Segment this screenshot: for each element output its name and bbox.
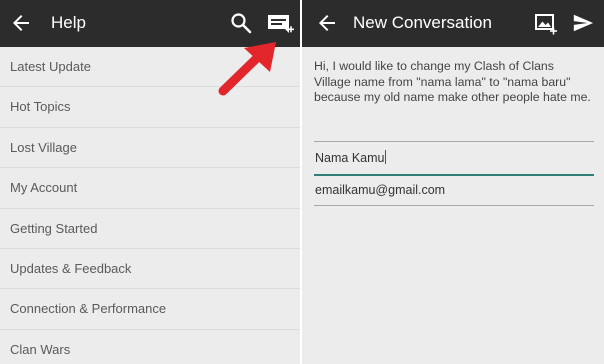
name-field-underline — [314, 174, 594, 176]
back-arrow-icon[interactable] — [315, 11, 339, 35]
send-icon[interactable] — [572, 12, 594, 34]
conversation-toolbar: New Conversation — [302, 0, 604, 47]
menu-item-getting-started[interactable]: Getting Started — [0, 209, 300, 249]
new-conversation-icon[interactable] — [267, 12, 295, 36]
page-title: New Conversation — [353, 13, 492, 32]
menu-item-clan-wars[interactable]: Clan Wars — [0, 330, 300, 364]
attach-image-icon[interactable] — [534, 12, 558, 36]
email-value: emailkamu@gmail.com — [315, 183, 446, 197]
menu-item-updates-feedback[interactable]: Updates & Feedback — [0, 249, 300, 290]
back-arrow-icon[interactable] — [9, 11, 33, 35]
red-arrow-annotation — [218, 42, 276, 96]
menu-item-lost-village[interactable]: Lost Village — [0, 128, 300, 169]
text-cursor — [385, 150, 387, 164]
email-field[interactable]: emailkamu@gmail.com — [314, 183, 594, 209]
page-title: Help — [51, 13, 86, 32]
message-underline — [314, 141, 594, 142]
new-conversation-panel: New Conversation Hi, I would like to cha… — [302, 0, 604, 364]
menu-item-connection-performance[interactable]: Connection & Performance — [0, 289, 300, 330]
help-panel: Help Latest Update Hot Topics Lost Villa… — [0, 0, 300, 364]
name-field[interactable]: Nama Kamu — [314, 150, 594, 176]
menu-item-my-account[interactable]: My Account — [0, 168, 300, 209]
email-field-underline — [314, 205, 594, 206]
search-icon[interactable] — [229, 11, 253, 35]
message-text[interactable]: Hi, I would like to change my Clash of C… — [314, 59, 592, 106]
name-value: Nama Kamu — [315, 151, 385, 165]
